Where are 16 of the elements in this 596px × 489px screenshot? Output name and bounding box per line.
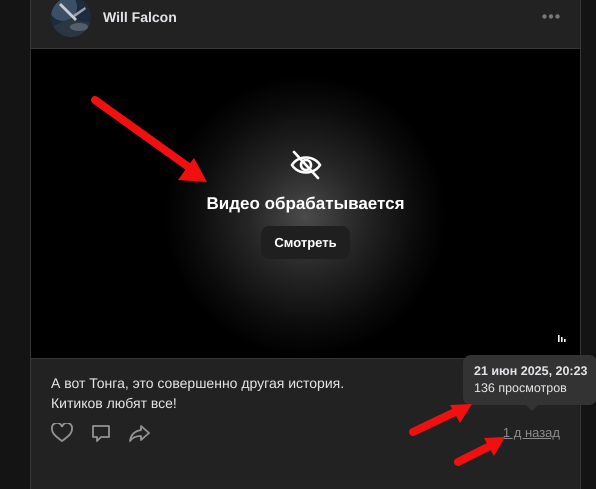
post-time-link[interactable]: 1 д назад (502, 423, 560, 443)
share-icon[interactable] (129, 424, 150, 442)
author-name[interactable]: Will Falcon (103, 8, 177, 24)
post-text: А вот Тонга, это совершенно другая история. (51, 374, 344, 393)
video-status: Видео обрабатывается (206, 194, 404, 214)
tooltip-views: 136 просмотров (474, 381, 567, 395)
watch-button[interactable]: Смотреть (261, 226, 350, 259)
tooltip-date: 21 июн 2025, 20:23 (474, 363, 588, 380)
bars-icon (558, 334, 566, 342)
annotation-arrow (409, 404, 472, 436)
more-icon[interactable] (542, 14, 560, 19)
hidden-eye-icon (288, 148, 322, 182)
annotation-arrow (454, 437, 505, 466)
post-text: Китиков любят все! (51, 394, 177, 413)
like-icon[interactable] (51, 423, 73, 443)
comment-icon[interactable] (91, 423, 111, 443)
